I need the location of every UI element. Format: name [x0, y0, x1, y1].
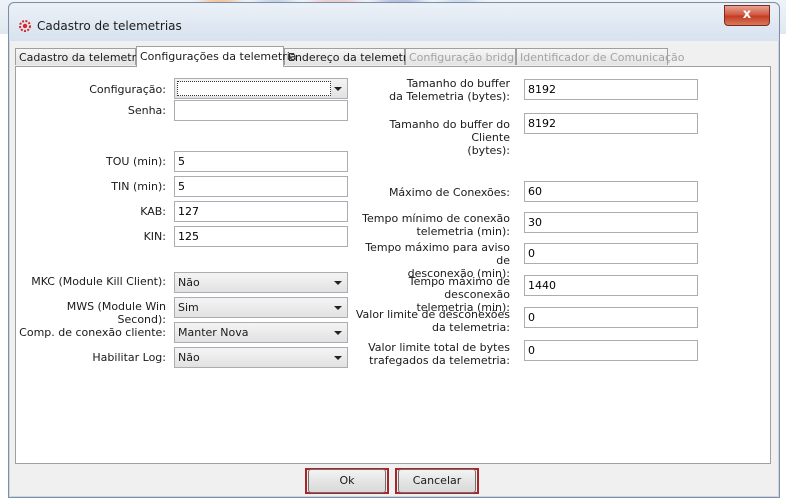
max-con-label: Máximo de Conexões:: [388, 186, 510, 199]
app-gear-icon: [18, 19, 32, 33]
label-line: trafegados da telemetria:: [369, 354, 510, 367]
mkc-select[interactable]: Não: [174, 272, 348, 293]
label-line: Valor limite de desconexões: [355, 308, 510, 321]
label-line: (bytes):: [467, 144, 510, 157]
kin-input[interactable]: 125: [174, 226, 348, 247]
configuracao-label: Configuração:: [89, 83, 166, 96]
lim-bytes-input[interactable]: 0: [524, 340, 698, 361]
label-line: Tempo máximo para aviso de: [365, 241, 510, 267]
mkc-label: MKC (Module Kill Client):: [31, 275, 166, 288]
tmax-aviso-input[interactable]: 0: [524, 243, 698, 264]
tab-label: Endereço da telemetria: [288, 51, 418, 64]
title-bar[interactable]: Cadastro de telemetrias x: [9, 3, 779, 41]
senha-label: Senha:: [127, 104, 166, 117]
label-line: Valor limite total de bytes: [368, 341, 510, 354]
tab-label: Configurações da telemetria: [140, 50, 297, 63]
ok-button[interactable]: Ok: [308, 469, 386, 493]
label-line: Tempo máximo de desconexão: [408, 275, 510, 301]
log-label: Habilitar Log:: [92, 351, 166, 364]
dialog-window: Cadastro de telemetrias x Cadastro da te…: [8, 2, 780, 498]
senha-input[interactable]: [174, 100, 348, 121]
comp-select[interactable]: Manter Nova: [174, 322, 348, 343]
label-line: Tamanho do buffer do Cliente: [389, 118, 510, 144]
chevron-down-icon: [334, 356, 342, 360]
log-select[interactable]: Não: [174, 347, 348, 368]
mws-select[interactable]: Sim: [174, 297, 348, 318]
tab-identificador: Identificador de Comunicação: [516, 48, 684, 65]
lim-bytes-label: Valor limite total de bytes trafegados d…: [350, 341, 510, 367]
lim-desc-input[interactable]: 0: [524, 307, 698, 328]
kin-label: KIN:: [143, 230, 166, 243]
label-line: Tempo mínimo de conexão: [362, 212, 510, 225]
label-line: telemetria (min):: [416, 225, 510, 238]
tin-label: TIN (min):: [111, 180, 166, 193]
tmax-desc-input[interactable]: 1440: [524, 275, 698, 296]
comp-value: Manter Nova: [178, 326, 249, 339]
log-value: Não: [178, 351, 200, 364]
tab-label: Cadastro da telemetria: [19, 51, 146, 64]
mws-value: Sim: [178, 301, 199, 314]
focus-rect: [177, 81, 331, 96]
tab-configuracoes[interactable]: Configurações da telemetria: [136, 46, 297, 67]
tab-bridge: Configuração bridge: [405, 48, 521, 65]
comp-label: Comp. de conexão cliente:: [19, 326, 166, 339]
chevron-down-icon: [334, 87, 342, 91]
window-title: Cadastro de telemetrias: [37, 19, 182, 33]
chevron-down-icon: [334, 306, 342, 310]
mws-label: MWS (Module Win Second):: [66, 300, 166, 326]
chevron-down-icon: [334, 331, 342, 335]
tab-bar: Cadastro da telemetria Configurações da …: [15, 46, 773, 67]
close-button[interactable]: x: [724, 5, 770, 26]
label-line: da Telemetria (bytes):: [389, 90, 510, 103]
kab-label: KAB:: [140, 205, 166, 218]
buffer-tel-label: Tamanho do buffer da Telemetria (bytes):: [350, 77, 510, 103]
tou-input[interactable]: 5: [174, 151, 348, 172]
buffer-cli-label: Tamanho do buffer do Cliente (bytes):: [350, 118, 510, 157]
mkc-value: Não: [178, 276, 200, 289]
configuracao-select[interactable]: [174, 78, 348, 99]
tmin-con-label: Tempo mínimo de conexão telemetria (min)…: [350, 212, 510, 238]
cancel-button[interactable]: Cancelar: [398, 469, 476, 493]
chevron-down-icon: [334, 281, 342, 285]
tin-input[interactable]: 5: [174, 176, 348, 197]
tmin-con-input[interactable]: 30: [524, 212, 698, 233]
close-icon: x: [742, 7, 752, 22]
tab-endereco[interactable]: Endereço da telemetria: [284, 48, 417, 65]
tab-label: Identificador de Comunicação: [520, 51, 685, 64]
tab-label: Configuração bridge: [409, 51, 521, 64]
buffer-cli-input[interactable]: 8192: [524, 113, 698, 134]
tou-label: TOU (min):: [106, 155, 166, 168]
lim-desc-label: Valor limite de desconexões da telemetri…: [350, 308, 510, 334]
label-line: da telemetria:: [432, 321, 510, 334]
label-line: Tamanho do buffer: [406, 77, 510, 90]
max-con-input[interactable]: 60: [524, 181, 698, 202]
tab-panel: Configuração: Senha: TOU (min): 5 TIN (m…: [15, 66, 771, 464]
tab-cadastro[interactable]: Cadastro da telemetria: [15, 48, 146, 65]
kab-input[interactable]: 127: [174, 201, 348, 222]
buffer-tel-input[interactable]: 8192: [524, 79, 698, 100]
